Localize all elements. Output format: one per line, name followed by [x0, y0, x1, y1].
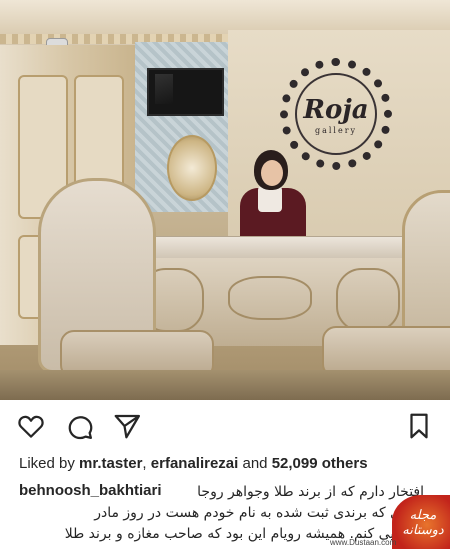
decorative-plate: [167, 135, 217, 201]
person-face: [261, 160, 283, 186]
floor: [0, 370, 450, 400]
post-action-bar: [0, 405, 450, 445]
likes-prefix: Liked by: [19, 455, 75, 472]
watermark-url: www.Dustaan.com: [330, 538, 397, 547]
liker-link-1[interactable]: mr.taster: [79, 455, 142, 472]
liker-link-2[interactable]: erfanalirezai: [151, 455, 239, 472]
television: [147, 68, 224, 116]
likes-and: and: [242, 455, 268, 472]
bookmark-icon[interactable]: [404, 411, 434, 441]
logo-subtext: gallery: [314, 126, 358, 135]
send-icon[interactable]: [112, 411, 142, 441]
caption-line-2: گالری که برندی ثبت شده به نام خودم هست د…: [94, 505, 424, 521]
heart-icon[interactable]: [16, 411, 46, 441]
post-photo[interactable]: Roja gallery: [0, 0, 450, 400]
right-chair-back: [402, 190, 450, 340]
desk-top: [118, 236, 420, 260]
watermark-text: مجله دوستانه: [402, 508, 444, 538]
caption-username[interactable]: behnoosh_bakhtiari: [19, 482, 162, 499]
logo-text: Roja: [303, 95, 369, 125]
comment-icon[interactable]: [64, 411, 94, 441]
likes-count-link[interactable]: 52,099 others: [272, 455, 368, 472]
likes-summary: Liked by mr.taster, erfanalirezai and 52…: [19, 455, 368, 472]
caption-line-1: افتخار دارم که از برند طلا وجواهر روجا: [197, 484, 424, 500]
